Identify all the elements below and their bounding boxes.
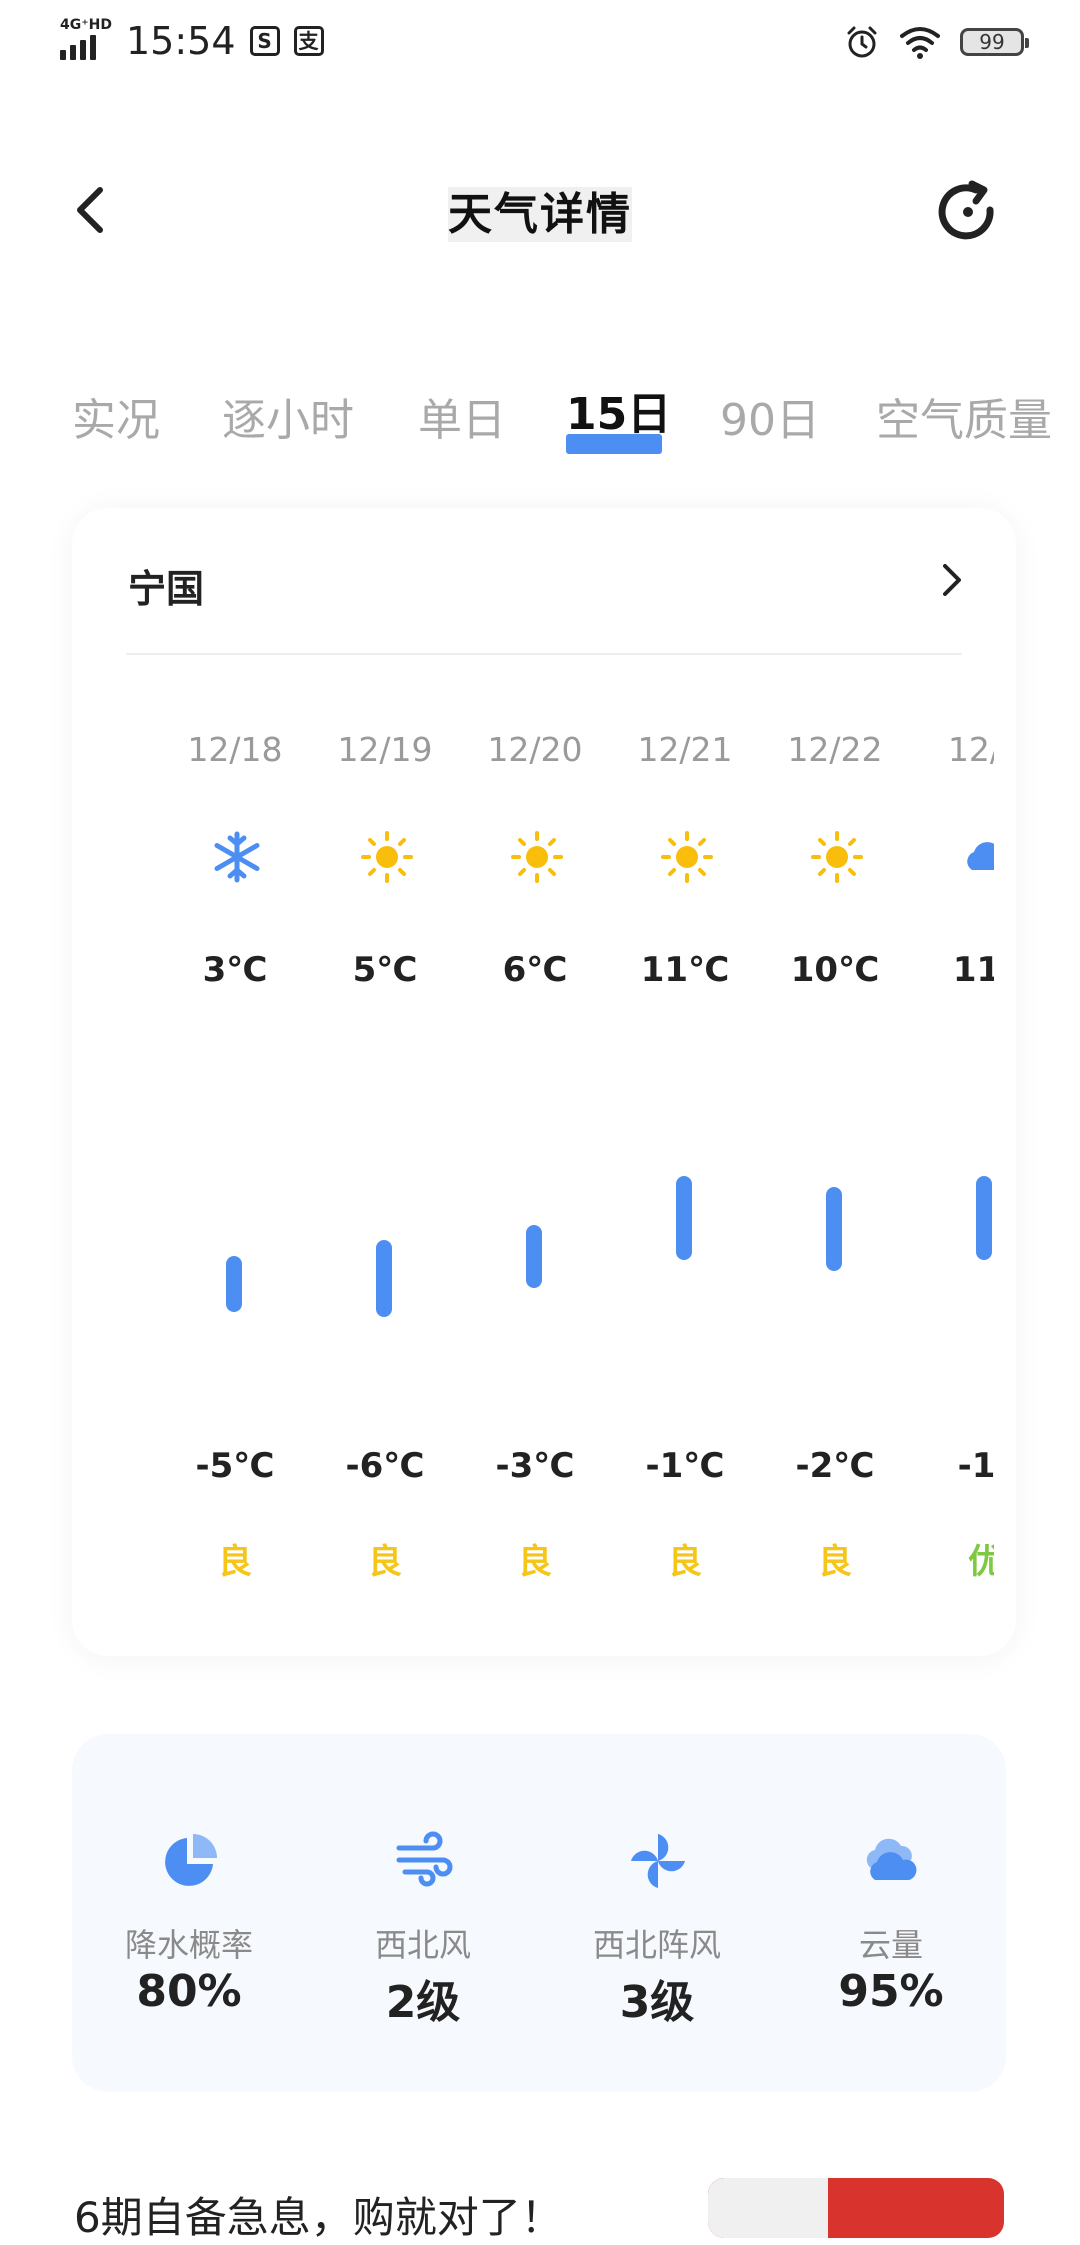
ad-title[interactable]: 6期自备急息，购就对了！ — [74, 2184, 563, 2245]
tab-hourly[interactable]: 逐小时 — [222, 384, 354, 448]
tab-bar: 实况 逐小时 单日 15日 90日 空气质量 — [0, 370, 1080, 460]
pinwheel-icon — [631, 1834, 685, 1888]
day-date: 12/21 — [637, 730, 733, 769]
day-low: -1° — [957, 1446, 994, 1486]
day-low: -6℃ — [345, 1446, 425, 1486]
chevron-right-icon — [943, 564, 961, 596]
status-left: 4G⁺HD 15:54 S 支 — [60, 18, 324, 64]
app-notification-icon: 支 — [293, 26, 324, 56]
location-name: 宁国 — [128, 567, 205, 611]
day-high: 11℃ — [640, 950, 730, 990]
stat-cloud-cover: 云量 95% — [774, 1734, 1008, 2092]
day-aqi: 良 — [818, 1542, 852, 1582]
day-date: 12/18 — [187, 730, 283, 769]
stat-label: 降水概率 — [124, 1926, 253, 1964]
status-time: 15:54 — [126, 19, 236, 63]
forecast-day[interactable]: 12/22 10℃ -2℃ 良 — [760, 658, 910, 1638]
day-low: C — [94, 1446, 149, 1486]
wind-icon — [396, 1831, 453, 1887]
weather-stats-panel: 降水概率 80% 西北风 2级 西北阵风 3级 云量 95% — [72, 1734, 1006, 2092]
network-type: 4G⁺HD — [60, 17, 112, 33]
forecast-day[interactable]: 17 C C 良 — [94, 658, 149, 1638]
tab-15-day[interactable]: 15日 — [566, 378, 671, 442]
day-high: 3℃ — [202, 950, 268, 990]
pie-chart-icon — [165, 1834, 217, 1886]
tab-live[interactable]: 实况 — [72, 384, 160, 448]
wifi-icon — [900, 27, 940, 59]
day-date: 17 — [94, 730, 149, 769]
tab-single-day[interactable]: 单日 — [418, 384, 506, 448]
refresh-icon — [938, 180, 994, 240]
stat-value: 80% — [136, 1966, 242, 2017]
stat-gust: 西北阵风 3级 — [540, 1734, 774, 2092]
day-date: 12/2 — [947, 730, 994, 769]
tab-air-quality[interactable]: 空气质量 — [876, 384, 1052, 448]
forecast-day[interactable]: 12/2 11° -1° 优 — [910, 658, 994, 1638]
forecast-strip[interactable]: 17 C C 良 12/18 3℃ -5℃ 良 — [94, 658, 994, 1638]
status-bar: 4G⁺HD 15:54 S 支 99 — [0, 0, 1080, 90]
stat-label: 云量 — [858, 1926, 923, 1964]
divider — [126, 653, 962, 655]
temperature-range-bar — [226, 1256, 242, 1312]
sun-icon — [511, 831, 563, 883]
day-high: C — [94, 950, 149, 990]
sun-icon — [661, 831, 713, 883]
forecast-day[interactable]: 12/18 3℃ -5℃ 良 — [160, 658, 310, 1638]
temperature-range-bar — [976, 1176, 992, 1260]
day-high: 11° — [952, 950, 994, 990]
refresh-button[interactable] — [932, 176, 1004, 248]
forecast-card: 宁国 17 C C 良 12/18 — [72, 508, 1016, 1656]
day-date: 12/20 — [487, 730, 583, 769]
header: 天气详情 — [0, 170, 1080, 250]
forecast-day[interactable]: 12/21 11℃ -1℃ 良 — [610, 658, 760, 1638]
day-aqi: 良 — [94, 1534, 149, 1583]
day-high: 10℃ — [790, 950, 880, 990]
stat-value: 95% — [838, 1966, 944, 2017]
stat-wind: 西北风 2级 — [306, 1734, 540, 2092]
status-right: 99 — [844, 24, 1029, 60]
day-low: -2℃ — [795, 1446, 875, 1486]
day-aqi: 良 — [518, 1542, 552, 1582]
alarm-icon — [847, 26, 877, 58]
forecast-day[interactable]: 12/20 6℃ -3℃ 良 — [460, 658, 610, 1638]
day-high: 5℃ — [352, 950, 418, 990]
battery-icon: 99 — [960, 28, 1029, 56]
day-aqi: 优 — [968, 1542, 994, 1582]
stat-label: 西北风 — [374, 1926, 471, 1964]
battery-level: 99 — [979, 30, 1005, 54]
day-low: -3℃ — [495, 1446, 575, 1486]
day-date: 12/19 — [337, 730, 433, 769]
temperature-range-bar — [376, 1240, 392, 1317]
location-row[interactable]: 宁国 — [72, 508, 1016, 654]
partly-cloudy-icon — [94, 830, 103, 884]
active-tab-indicator — [566, 434, 662, 454]
temperature-range-bar — [826, 1187, 842, 1271]
day-low: -5℃ — [195, 1446, 275, 1486]
signal-icon: 4G⁺HD — [60, 18, 112, 64]
cloud-icon — [866, 1838, 917, 1880]
stat-precipitation: 降水概率 80% — [72, 1734, 306, 2092]
sun-icon — [811, 831, 863, 883]
day-date: 12/22 — [787, 730, 883, 769]
stat-value: 3级 — [619, 1977, 695, 2028]
day-low: -1℃ — [645, 1446, 725, 1486]
ad-thumbnail[interactable] — [708, 2178, 1004, 2238]
day-aqi: 良 — [368, 1542, 402, 1582]
page-title: 天气详情 — [448, 187, 632, 242]
day-aqi: 良 — [218, 1542, 252, 1582]
stat-value: 2级 — [385, 1977, 461, 2028]
cloudy-icon — [967, 842, 994, 870]
tab-90-day[interactable]: 90日 — [720, 384, 820, 448]
sun-icon — [361, 831, 413, 883]
temperature-range-bar — [676, 1176, 692, 1260]
temperature-range-bar — [526, 1225, 542, 1288]
notification-icon: S — [249, 26, 280, 56]
forecast-day[interactable]: 12/19 5℃ -6℃ 良 — [310, 658, 460, 1638]
snowflake-icon — [214, 831, 260, 883]
day-aqi: 良 — [668, 1542, 702, 1582]
stat-label: 西北阵风 — [592, 1926, 721, 1964]
day-high: 6℃ — [502, 950, 568, 990]
